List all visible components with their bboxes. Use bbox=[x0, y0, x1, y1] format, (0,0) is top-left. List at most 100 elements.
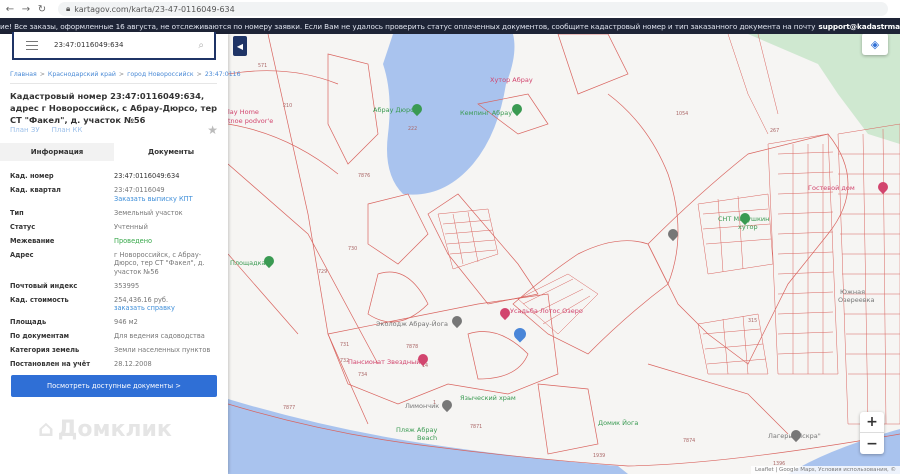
map-label[interactable]: Эколодж Абрау-Йога bbox=[376, 320, 448, 328]
row-label: Почтовый индекс bbox=[10, 281, 78, 290]
parcel-number: 7877 bbox=[283, 406, 296, 411]
parcel-number: 571 bbox=[258, 64, 268, 69]
star-icon[interactable]: ★ bbox=[207, 123, 218, 137]
row-value: Учтенный bbox=[114, 222, 148, 231]
parcel-number: 210 bbox=[283, 104, 293, 109]
reload-icon[interactable]: ↻ bbox=[36, 4, 48, 15]
table-row: Статус Учтенный bbox=[10, 223, 220, 232]
domclick-logo-icon: ⌂ bbox=[38, 417, 54, 442]
row-value: Земли населенных пунктов bbox=[114, 346, 211, 354]
table-row: Кад. стоимость 254,436.16 руб. заказать сп… bbox=[10, 296, 220, 313]
breadcrumb-item[interactable]: 23:47:0116 bbox=[205, 71, 241, 78]
map-label[interactable]: Хутор Абрау bbox=[490, 76, 533, 84]
parcel-number: 734 bbox=[358, 373, 368, 378]
row-label: Кад. квартал bbox=[10, 186, 61, 194]
parcel-number: 7874 bbox=[683, 439, 696, 444]
collapse-sidebar-button[interactable]: ◀ bbox=[233, 36, 247, 56]
browser-bar: ← → ↻ 🔒︎ kartagov.com/karta/23-47-0116049… bbox=[0, 0, 900, 18]
breadcrumb-item[interactable]: Краснодарский край bbox=[48, 71, 116, 78]
support-email-link[interactable]: support@kadastrmaps.com bbox=[818, 22, 900, 31]
parcel-lines bbox=[228, 34, 900, 467]
parcel-number: 732 bbox=[340, 359, 350, 364]
parcel-number: 7878 bbox=[406, 345, 419, 350]
parcel-number: 315 bbox=[748, 319, 758, 324]
breadcrumb-item[interactable]: город Новороссийск bbox=[127, 71, 194, 78]
breadcrumb-item[interactable]: Главная bbox=[10, 71, 37, 78]
row-value: 28.12.2008 bbox=[114, 360, 152, 368]
map-canvas[interactable] bbox=[228, 34, 900, 474]
parcel-number: 1939 bbox=[593, 454, 606, 459]
cadastral-map[interactable]: ◀ ◈ Абрау Дюрсо Кемпинг Абрау Хутор Абра… bbox=[228, 34, 900, 474]
map-label[interactable]: Пансионат Звездный bbox=[348, 358, 421, 366]
row-label: Адрес bbox=[10, 250, 34, 259]
page-title: Кадастровый номер 23:47:0116049:634, адр… bbox=[10, 91, 218, 125]
map-label[interactable]: Домик Йога bbox=[598, 419, 638, 427]
parcel-number: 1 bbox=[433, 401, 437, 406]
parcel-number: 731 bbox=[340, 343, 350, 348]
url-text: kartagov.com/karta/23-47-0116049-634 bbox=[74, 4, 235, 14]
row-label: Постановлен на учёт bbox=[10, 360, 91, 368]
row-label: Статус bbox=[10, 222, 36, 231]
tab-documents[interactable]: Документы bbox=[114, 143, 228, 161]
domclick-logo: ⌂ Домклик bbox=[38, 417, 172, 442]
plan-kk-link[interactable]: План КК bbox=[52, 126, 83, 134]
row-label: Межевание bbox=[10, 236, 55, 245]
view-documents-button[interactable]: Посмотреть доступные документы > bbox=[11, 375, 217, 397]
banner-text: Внимание! Все заказы, оформленные 16 авг… bbox=[0, 21, 816, 31]
map-label[interactable]: Озереевка bbox=[838, 296, 874, 304]
parcel-number: 729 bbox=[318, 270, 328, 275]
table-row: Тип Земельный участок bbox=[10, 209, 220, 218]
row-value: Для ведения садоводства bbox=[114, 332, 205, 340]
map-label[interactable]: Пляж Абрау bbox=[396, 426, 437, 434]
row-label: По документам bbox=[10, 332, 70, 340]
parcel-number: 267 bbox=[770, 129, 780, 134]
row-value: 946 м2 bbox=[114, 318, 138, 326]
tab-info[interactable]: Информация bbox=[0, 143, 114, 161]
map-label[interactable]: Площадка bbox=[230, 259, 266, 267]
parcel-number: 730 bbox=[348, 247, 358, 252]
row-value: Земельный участок bbox=[114, 208, 183, 217]
search-box[interactable]: 23:47:0116049:634 ⌕ bbox=[12, 32, 216, 60]
search-input[interactable]: 23:47:0116049:634 bbox=[54, 41, 198, 49]
map-label[interactable]: Beach bbox=[417, 434, 437, 442]
order-certificate-link[interactable]: заказать справку bbox=[114, 304, 220, 313]
address-bar[interactable]: 🔒︎ kartagov.com/karta/23-47-0116049-634 bbox=[58, 2, 888, 16]
row-value: 23:47:0116049:634 bbox=[114, 172, 180, 180]
zoom-out-button[interactable]: − bbox=[860, 433, 884, 454]
map-label[interactable]: Гостевой дом bbox=[808, 184, 855, 192]
plan-zu-link[interactable]: План ЗУ bbox=[10, 126, 40, 134]
map-label[interactable]: Кемпинг Абрау bbox=[460, 109, 512, 117]
lock-icon: 🔒︎ bbox=[66, 4, 71, 13]
row-value: 353995 bbox=[114, 281, 140, 290]
table-row: Почтовый индекс 353995 bbox=[10, 282, 220, 291]
table-row: Кад. номер 23:47:0116049:634 bbox=[10, 172, 220, 181]
row-label: Тип bbox=[10, 208, 24, 217]
table-row: Межевание Проведено bbox=[10, 237, 220, 246]
map-attribution[interactable]: Leaflet | Google Maps, Условия использов… bbox=[750, 466, 900, 474]
map-label[interactable]: lay Home bbox=[228, 108, 259, 116]
back-icon[interactable]: ← bbox=[4, 4, 16, 15]
logo-text: Домклик bbox=[57, 417, 172, 442]
row-label: Кад. стоимость bbox=[10, 295, 69, 304]
zoom-in-button[interactable]: + bbox=[860, 412, 884, 433]
row-value: 23:47:0116049 bbox=[114, 186, 165, 194]
order-kpt-link[interactable]: Заказать выписку КПТ bbox=[114, 195, 220, 204]
parcel-number: 7871 bbox=[470, 425, 483, 430]
layers-button[interactable]: ◈ bbox=[862, 34, 888, 55]
map-label[interactable]: хутор bbox=[738, 223, 758, 231]
row-label: Категория земель bbox=[10, 346, 80, 354]
map-label[interactable]: Усадьба Лотос Озеро bbox=[510, 307, 583, 315]
map-label[interactable]: Языческий храм bbox=[460, 394, 516, 402]
map-label[interactable]: tnoe podvor'e bbox=[228, 117, 273, 125]
parcel-number: 7876 bbox=[358, 174, 371, 179]
forward-icon[interactable]: → bbox=[20, 4, 32, 15]
menu-icon[interactable] bbox=[26, 40, 38, 50]
info-table: Кад. номер 23:47:0116049:634 Кад. квартал… bbox=[10, 172, 220, 374]
sidebar: 23:47:0116049:634 ⌕ Главная > Краснодарски… bbox=[0, 32, 241, 474]
row-value: Проведено bbox=[114, 236, 153, 245]
table-row: Кад. квартал 23:47:0116049 Заказать выписк… bbox=[10, 186, 220, 203]
row-label: Площадь bbox=[10, 318, 47, 326]
search-icon[interactable]: ⌕ bbox=[198, 40, 204, 51]
table-row: Площадь 946 м2 bbox=[10, 318, 220, 327]
map-label[interactable]: Южная bbox=[840, 288, 865, 296]
